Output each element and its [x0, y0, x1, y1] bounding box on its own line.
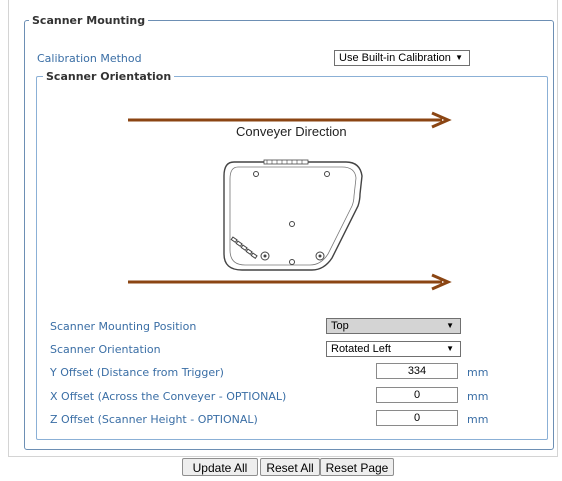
scanner-device-illustration: [223, 159, 363, 271]
scanner-mounting-legend: Scanner Mounting: [32, 14, 146, 27]
calibration-method-value: Use Built-in Calibration: [339, 52, 451, 64]
z-offset-label: Z Offset (Scanner Height - OPTIONAL): [50, 413, 258, 426]
z-offset-unit: mm: [467, 413, 489, 426]
x-offset-unit: mm: [467, 390, 489, 403]
x-offset-input[interactable]: 0: [376, 387, 458, 403]
calibration-method-label: Calibration Method: [37, 52, 142, 65]
orientation-label: Scanner Orientation: [50, 343, 161, 356]
x-offset-label: X Offset (Across the Conveyer - OPTIONAL…: [50, 390, 287, 403]
update-all-button[interactable]: Update All: [182, 458, 258, 476]
mounting-position-label: Scanner Mounting Position: [50, 320, 197, 333]
mounting-position-value: Top: [331, 320, 349, 332]
chevron-down-icon: ▼: [446, 344, 454, 353]
scanner-orientation-legend: Scanner Orientation: [46, 70, 172, 83]
orientation-select[interactable]: Rotated Left ▼: [326, 341, 461, 357]
reset-all-button[interactable]: Reset All: [260, 458, 320, 476]
chevron-down-icon: ▼: [446, 321, 454, 330]
orientation-value: Rotated Left: [331, 343, 391, 355]
reset-page-button[interactable]: Reset Page: [320, 458, 394, 476]
calibration-method-select[interactable]: Use Built-in Calibration ▼: [334, 50, 470, 66]
mounting-position-select[interactable]: Top ▼: [326, 318, 461, 334]
y-offset-unit: mm: [467, 366, 489, 379]
conveyer-direction-label: Conveyer Direction: [236, 124, 347, 139]
z-offset-input[interactable]: 0: [376, 410, 458, 426]
chevron-down-icon: ▼: [455, 53, 463, 62]
conveyer-direction-arrow-bottom: [128, 273, 452, 291]
y-offset-input[interactable]: 334: [376, 363, 458, 379]
y-offset-label: Y Offset (Distance from Trigger): [50, 366, 224, 379]
